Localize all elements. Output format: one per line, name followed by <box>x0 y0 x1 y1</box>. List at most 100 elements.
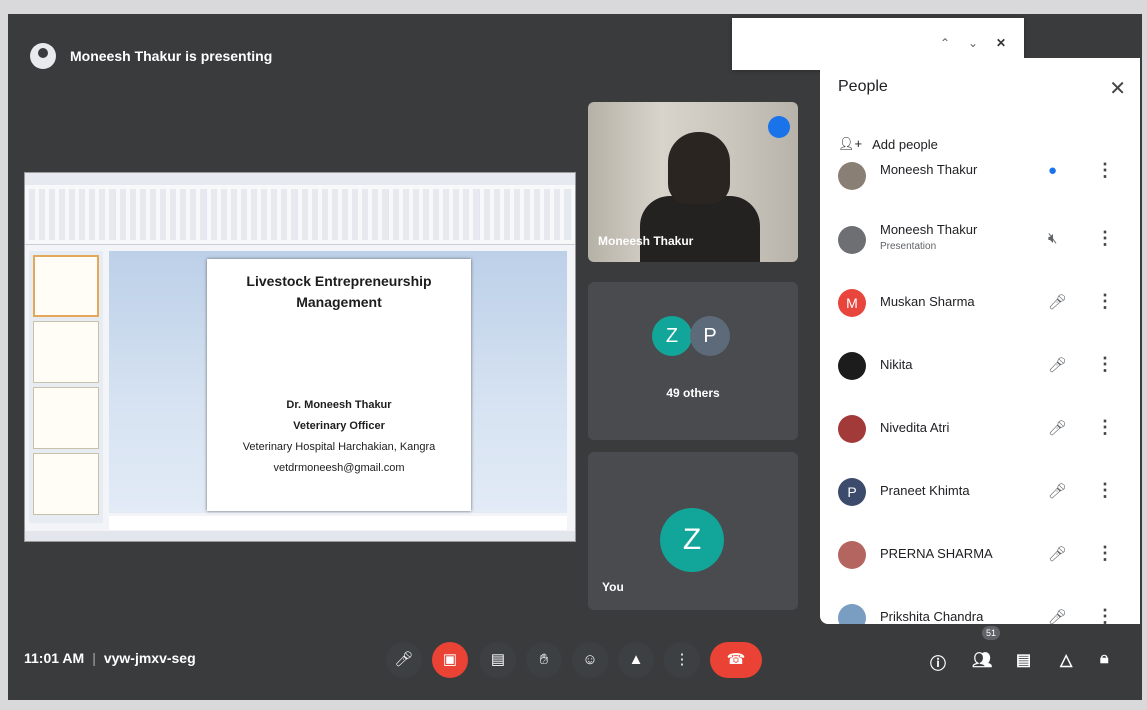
mic-icon: 🎤︎ <box>394 651 414 668</box>
participant-count-badge: 51 <box>982 626 1001 640</box>
meeting-details-button[interactable]: ⓘ <box>930 650 946 674</box>
list-item[interactable]: PRERNA SHARMA 🎤︎ ⋮ <box>820 525 1140 588</box>
presenter-avatar <box>30 43 56 69</box>
slide-body: Dr. Moneesh Thakur Veterinary Officer Ve… <box>207 395 471 479</box>
camera-off-icon: ▣ <box>442 651 458 668</box>
avatar <box>838 226 866 254</box>
leave-call-button[interactable]: ☎︎ <box>710 642 762 678</box>
others-count: 49 others <box>666 386 720 400</box>
avatar: P <box>838 478 866 506</box>
more-options-icon[interactable]: ⋮ <box>1096 543 1114 564</box>
list-item[interactable]: Nivedita Atri 🎤︎ ⋮ <box>820 399 1140 462</box>
list-item[interactable]: Moneesh Thakur ● ⋮ <box>820 160 1140 210</box>
info-icon: ⓘ <box>930 656 947 673</box>
raise-hand-button[interactable]: ✋︎ <box>526 642 562 678</box>
avatar <box>838 415 866 443</box>
list-item[interactable]: Nikita 🎤︎ ⋮ <box>820 336 1140 399</box>
volume-off-icon: 🔇︎ <box>1048 230 1058 247</box>
more-options-icon[interactable]: ⋮ <box>1096 354 1114 375</box>
slide-thumbnail <box>33 321 99 383</box>
more-options-icon[interactable]: ⋮ <box>1096 228 1114 249</box>
people-button[interactable]: 👥︎ <box>972 650 992 670</box>
slide-role: Veterinary Officer <box>293 420 385 432</box>
close-find-icon[interactable]: ✕ <box>996 36 1006 50</box>
phone-hangup-icon: ☎︎ <box>726 651 746 668</box>
avatar <box>838 352 866 380</box>
participant-name: Prikshita Chandra <box>880 609 984 624</box>
hand-icon: ✋︎ <box>539 651 549 668</box>
more-options-icon[interactable]: ⋮ <box>1096 291 1114 312</box>
captions-button[interactable]: ▤ <box>480 642 516 678</box>
present-screen-icon: ▲ <box>628 651 644 668</box>
avatar <box>838 541 866 569</box>
slide-author: Dr. Moneesh Thakur <box>286 399 392 411</box>
slide-title: Livestock Entrepreneurship Management <box>246 273 432 310</box>
avatar <box>838 162 866 190</box>
activities-button[interactable]: △ <box>1060 650 1072 670</box>
chevron-up-icon[interactable]: ⌃ <box>940 36 950 50</box>
mic-off-icon: 🎤︎ <box>1048 294 1068 311</box>
list-item[interactable]: Prikshita Chandra 🎤︎ ⋮ <box>820 588 1140 624</box>
emoji-icon: ☺ <box>582 651 598 668</box>
participant-name: Muskan Sharma <box>880 294 975 309</box>
chevron-down-icon[interactable]: ⌄ <box>968 36 978 50</box>
slide-hospital: Veterinary Hospital Harchakian, Kangra <box>242 441 436 453</box>
notes-pane <box>109 516 567 530</box>
reactions-button[interactable]: ☺ <box>572 642 608 678</box>
meeting-info: 11:01 AM | vyw-jmxv-seg <box>24 650 196 666</box>
participant-name: Moneesh Thakur <box>598 234 694 248</box>
slide-canvas: Livestock Entrepreneurship Management Dr… <box>109 251 567 513</box>
participant-name: Moneesh Thakur <box>880 222 978 237</box>
more-options-icon[interactable]: ⋮ <box>1096 160 1114 181</box>
activities-icon: △ <box>1060 652 1073 669</box>
control-bar: 11:01 AM | vyw-jmxv-seg 🎤︎ ▣ ▤ ✋︎ ☺ ▲ ⋮ ☎︎… <box>8 626 1142 700</box>
self-view-tile[interactable]: Z You <box>588 452 798 610</box>
more-options-icon[interactable]: ⋮ <box>1096 480 1114 501</box>
slide-thumbnail <box>33 387 99 449</box>
participant-name: Nikita <box>880 357 913 372</box>
avatar: M <box>838 289 866 317</box>
mic-off-icon: 🎤︎ <box>1048 546 1068 563</box>
presenting-banner: Moneesh Thakur is presenting <box>30 40 272 72</box>
self-label: You <box>602 580 624 594</box>
participant-name: Moneesh Thakur <box>880 162 978 177</box>
shared-presentation: Livestock Entrepreneurship Management Dr… <box>24 172 576 542</box>
captions-icon: ▤ <box>490 651 506 668</box>
more-vert-icon: ⋮ <box>674 651 690 668</box>
more-options-icon[interactable]: ⋮ <box>1096 417 1114 438</box>
powerpoint-titlebar <box>25 173 575 185</box>
powerpoint-statusbar <box>25 531 575 541</box>
clock: 11:01 AM <box>24 650 85 666</box>
slide-thumbnail <box>33 453 99 515</box>
present-button[interactable]: ▲ <box>618 642 654 678</box>
avatar: Z <box>660 508 724 572</box>
participant-list: Moneesh Thakur ● ⋮ Moneesh Thakur Presen… <box>820 160 1140 624</box>
participant-subtitle: Presentation <box>880 241 937 252</box>
more-options-icon[interactable]: ⋮ <box>1096 606 1114 624</box>
list-item[interactable]: P Praneet Khimta 🎤︎ ⋮ <box>820 462 1140 525</box>
others-tile[interactable]: Z P 49 others <box>588 282 798 440</box>
list-item[interactable]: Moneesh Thakur Presentation 🔇︎ ⋮ <box>820 210 1140 273</box>
mic-button[interactable]: 🎤︎ <box>386 642 422 678</box>
slide-email: vetdrmoneesh@gmail.com <box>273 462 405 474</box>
chat-icon: ▤ <box>1016 652 1032 669</box>
speaking-indicator-icon <box>768 116 790 138</box>
more-options-button[interactable]: ⋮ <box>664 642 700 678</box>
add-people-button[interactable]: 👤︎+ Add people <box>838 136 938 152</box>
mic-off-icon: 🎤︎ <box>1048 420 1068 437</box>
mic-off-icon: 🎤︎ <box>1048 357 1068 374</box>
presenting-text: Moneesh Thakur is presenting <box>70 48 273 64</box>
participant-name: PRERNA SHARMA <box>880 546 993 561</box>
participant-video-tile[interactable]: Moneesh Thakur <box>588 102 798 262</box>
host-controls-button[interactable]: 🔒︎ <box>1100 650 1109 668</box>
add-person-icon: 👤︎+ <box>838 136 863 151</box>
mic-off-icon: 🎤︎ <box>1048 609 1068 624</box>
meet-window: Moneesh Thakur is presenting ⌃ ⌄ ✕ Lives… <box>8 14 1142 700</box>
camera-button[interactable]: ▣ <box>432 642 468 678</box>
panel-title: People <box>838 78 888 95</box>
list-item[interactable]: M Muskan Sharma 🎤︎ ⋮ <box>820 273 1140 336</box>
close-icon[interactable]: ✕ <box>1109 76 1126 101</box>
chat-button[interactable]: ▤ <box>1016 650 1031 670</box>
slide-thumbnail <box>33 255 99 317</box>
avatar: P <box>690 316 730 356</box>
